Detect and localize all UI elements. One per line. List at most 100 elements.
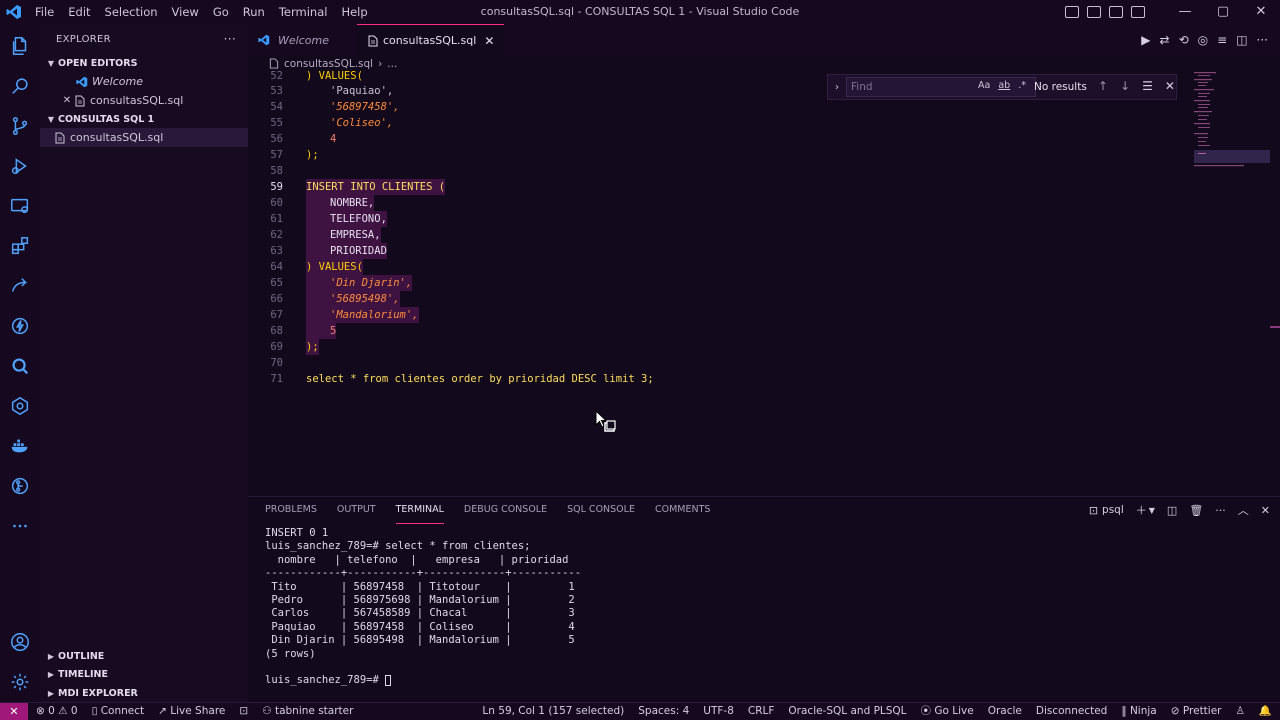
menu-view[interactable]: View: [165, 0, 206, 24]
live-share-icon[interactable]: [0, 266, 40, 306]
match-case-toggle[interactable]: Aa: [978, 80, 990, 91]
explorer-more-button[interactable]: ···: [224, 32, 236, 46]
live-share-item[interactable]: ↗ Live Share: [158, 703, 225, 720]
previous-match-icon[interactable]: ↑: [1098, 79, 1108, 93]
settings-gear-icon[interactable]: [0, 662, 40, 702]
file-consultas-sql[interactable]: consultasSQL.sql: [40, 128, 248, 147]
menu-file[interactable]: File: [28, 0, 61, 24]
panel-more-icon[interactable]: ···: [1215, 504, 1226, 517]
new-terminal-icon[interactable]: ＋: [1136, 502, 1147, 518]
gitlens-lens-icon[interactable]: ◎: [1198, 33, 1208, 47]
menu-help[interactable]: Help: [334, 0, 374, 24]
tab-debug-console[interactable]: DEBUG CONSOLE: [464, 497, 547, 523]
folder-section[interactable]: ▼ CONSULTAS SQL 1: [40, 110, 248, 128]
toggle-primary-sidebar-icon[interactable]: [1065, 6, 1079, 18]
tab-output[interactable]: OUTPUT: [337, 497, 376, 523]
toggle-secondary-sidebar-icon[interactable]: [1109, 6, 1123, 18]
tab-problems[interactable]: PROBLEMS: [265, 497, 317, 523]
regex-toggle[interactable]: .*: [1018, 80, 1026, 91]
next-match-icon[interactable]: ↓: [1120, 79, 1130, 93]
terminal-cursor[interactable]: [385, 674, 392, 686]
open-editor-welcome[interactable]: Welcome: [40, 72, 248, 91]
indentation[interactable]: Spaces: 4: [638, 703, 689, 720]
timeline-section[interactable]: ▶ TIMELINE: [40, 666, 248, 685]
menu-terminal[interactable]: Terminal: [272, 0, 335, 24]
menu-run[interactable]: Run: [236, 0, 272, 24]
connect-item[interactable]: ▯ Connect: [92, 703, 145, 720]
terminal-output[interactable]: INSERT 0 1 luis_sanchez_789=# select * fr…: [265, 527, 581, 688]
menu-edit[interactable]: Edit: [61, 0, 97, 24]
language-mode[interactable]: Oracle-SQL and PLSQL: [788, 703, 906, 720]
gitlens-icon[interactable]: [0, 466, 40, 506]
maximize-panel-icon[interactable]: ︿: [1238, 502, 1249, 518]
terminal-status-icon[interactable]: ⊡: [239, 703, 248, 720]
prettier-item[interactable]: ⊘ Prettier: [1171, 703, 1222, 720]
kubernetes-icon[interactable]: [0, 386, 40, 426]
minimap[interactable]: [1194, 71, 1270, 493]
tab-comments[interactable]: COMMENTS: [655, 497, 710, 523]
line-text: TELEFONO,: [306, 211, 387, 227]
more-actions-icon[interactable]: ···: [1257, 33, 1268, 47]
outline-section[interactable]: ▶ OUTLINE: [40, 647, 248, 666]
line-text: 'Mandalorium',: [306, 307, 419, 323]
feedback-icon[interactable]: ♙: [1236, 703, 1245, 720]
split-terminal-icon[interactable]: ◫: [1167, 504, 1177, 517]
cursor-position[interactable]: Ln 59, Col 1 (157 selected): [482, 703, 624, 720]
extensions-icon[interactable]: [0, 226, 40, 266]
breadcrumb-rest[interactable]: ...: [387, 58, 397, 70]
sqltools-icon[interactable]: [0, 346, 40, 386]
close-panel-icon[interactable]: ✕: [1261, 504, 1270, 517]
search-icon[interactable]: [0, 66, 40, 106]
docker-icon[interactable]: [0, 426, 40, 466]
encoding[interactable]: UTF-8: [703, 703, 734, 720]
more-icon[interactable]: [0, 506, 40, 546]
whole-word-toggle[interactable]: ab: [998, 80, 1010, 91]
close-button[interactable]: ✕: [1242, 0, 1280, 24]
code-line: 54 '56897458',: [248, 99, 1194, 115]
tabnine-item[interactable]: ⚇ tabnine starter: [262, 703, 353, 720]
menu-selection[interactable]: Selection: [98, 0, 165, 24]
minimize-button[interactable]: —: [1166, 0, 1204, 24]
terminal-shell-name[interactable]: psql: [1102, 504, 1124, 516]
files-icon[interactable]: [0, 26, 40, 66]
find-in-selection-icon[interactable]: ☰: [1142, 79, 1153, 93]
mdi-explorer-section[interactable]: ▶ MDI EXPLORER: [40, 684, 248, 703]
kill-terminal-icon[interactable]: 🗑: [1189, 504, 1203, 517]
open-editors-section[interactable]: ▼ OPEN EDITORS: [40, 54, 248, 72]
toggle-replace-icon[interactable]: ›: [828, 82, 846, 93]
connection-status[interactable]: Disconnected: [1036, 703, 1107, 720]
close-editor-icon[interactable]: ✕: [60, 95, 74, 106]
timeline-icon[interactable]: ⟲: [1179, 33, 1189, 47]
tab-close-icon[interactable]: ✕: [484, 34, 494, 48]
breadcrumb-file[interactable]: consultasSQL.sql: [284, 58, 373, 70]
tab-sql-console[interactable]: SQL CONSOLE: [567, 497, 635, 523]
account-icon[interactable]: [0, 622, 40, 662]
source-control-icon[interactable]: [0, 106, 40, 146]
close-find-icon[interactable]: ✕: [1165, 79, 1175, 93]
open-editor-consultas[interactable]: ✕ consultasSQL.sql: [40, 91, 248, 110]
notifications-bell-icon[interactable]: 🔔: [1259, 703, 1272, 720]
split-editor-icon[interactable]: ◫: [1236, 33, 1247, 47]
menu-go[interactable]: Go: [206, 0, 236, 24]
remote-explorer-icon[interactable]: [0, 186, 40, 226]
maximize-button[interactable]: ▢: [1204, 0, 1242, 24]
thunder-client-icon[interactable]: [0, 306, 40, 346]
terminal-dropdown-icon[interactable]: ▼: [1149, 506, 1155, 515]
tab-consultas-sql[interactable]: consultasSQL.sql ✕: [357, 24, 505, 56]
tab-welcome[interactable]: Welcome: [248, 24, 354, 56]
run-debug-icon[interactable]: [0, 146, 40, 186]
code-editor[interactable]: 52 ) VALUES( 53 'Paquiao', 54 '56897458'…: [248, 71, 1194, 493]
ninja-item[interactable]: ‖ Ninja: [1121, 703, 1156, 720]
problems-count[interactable]: ⊗ 0 ⚠ 0: [36, 703, 78, 720]
toggle-panel-icon[interactable]: [1087, 6, 1101, 18]
customize-layout-icon[interactable]: [1131, 6, 1145, 18]
run-query-icon[interactable]: ▶: [1141, 33, 1150, 47]
oracle-item[interactable]: Oracle: [988, 703, 1022, 720]
scrollbar-marker[interactable]: [1270, 326, 1280, 328]
tab-terminal[interactable]: TERMINAL: [395, 497, 444, 524]
go-live-item[interactable]: ⦿ Go Live: [921, 703, 974, 720]
format-icon[interactable]: ≡: [1217, 33, 1227, 47]
open-changes-icon[interactable]: ⇄: [1160, 33, 1170, 47]
remote-indicator[interactable]: ✕: [0, 703, 28, 720]
end-of-line[interactable]: CRLF: [748, 703, 775, 720]
